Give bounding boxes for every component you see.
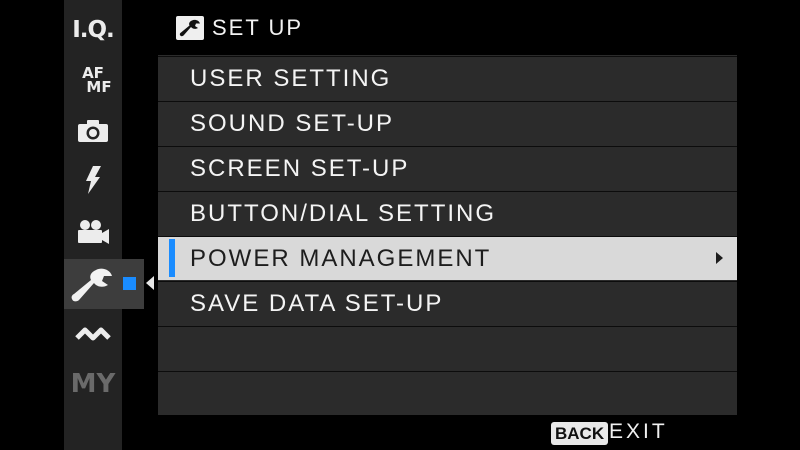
setup-menu-panel: SET UP USER SETTING SOUND SET-UP SCREEN … bbox=[158, 0, 737, 450]
camera-icon bbox=[78, 120, 108, 142]
selection-indicator bbox=[169, 239, 175, 277]
tab-image-quality[interactable]: I.Q. bbox=[64, 8, 122, 52]
flash-icon bbox=[86, 166, 101, 194]
menu-item-button-dial-setting[interactable]: BUTTON/DIAL SETTING bbox=[158, 191, 737, 235]
menu-item-label: SCREEN SET-UP bbox=[190, 154, 410, 182]
wrench-icon bbox=[176, 15, 204, 40]
exit-label: EXIT bbox=[609, 420, 668, 443]
menu-item-label: POWER MANAGEMENT bbox=[190, 244, 492, 272]
menu-tab-sidebar: I.Q. AF MF MY bbox=[64, 0, 122, 450]
tab-connection-setting[interactable] bbox=[64, 312, 122, 356]
wireless-icon bbox=[75, 327, 111, 341]
chevron-right-icon bbox=[716, 252, 723, 264]
movie-camera-icon bbox=[78, 220, 109, 244]
wrench-icon bbox=[71, 268, 112, 302]
tab-mf-label: MF bbox=[86, 78, 112, 96]
tab-movie-setting[interactable] bbox=[64, 210, 122, 254]
menu-item-label: USER SETTING bbox=[190, 64, 392, 92]
tab-setup-active[interactable] bbox=[64, 259, 144, 309]
menu-item-empty bbox=[158, 326, 737, 370]
menu-item-screen-setup[interactable]: SCREEN SET-UP bbox=[158, 146, 737, 190]
tab-my-label: MY bbox=[70, 369, 116, 399]
tab-iq-label: I.Q. bbox=[72, 17, 115, 43]
menu-item-sound-setup[interactable]: SOUND SET-UP bbox=[158, 101, 737, 145]
page-title: SET UP bbox=[212, 14, 304, 40]
menu-item-save-data-setup[interactable]: SAVE DATA SET-UP bbox=[158, 281, 737, 325]
tab-pointer-icon bbox=[146, 276, 154, 290]
tab-af-mf[interactable]: AF MF bbox=[64, 58, 122, 102]
menu-item-label: SAVE DATA SET-UP bbox=[190, 289, 444, 317]
menu-item-label: SOUND SET-UP bbox=[190, 109, 395, 137]
tab-flash-setting[interactable] bbox=[64, 158, 122, 202]
tab-shooting-setting[interactable] bbox=[64, 109, 122, 153]
menu-header: SET UP bbox=[158, 0, 737, 55]
menu-footer: BACK EXIT bbox=[158, 415, 737, 450]
menu-item-user-setting[interactable]: USER SETTING bbox=[158, 56, 737, 100]
camera-menu-screen: I.Q. AF MF MY SET UP USER SETTING SOUND … bbox=[0, 0, 800, 450]
tab-my-menu[interactable]: MY bbox=[64, 362, 122, 406]
menu-item-label: BUTTON/DIAL SETTING bbox=[190, 199, 497, 227]
page-indicator bbox=[123, 277, 136, 290]
menu-item-power-management[interactable]: POWER MANAGEMENT bbox=[158, 236, 737, 280]
back-key-badge[interactable]: BACK bbox=[551, 422, 609, 445]
menu-item-empty bbox=[158, 371, 737, 415]
